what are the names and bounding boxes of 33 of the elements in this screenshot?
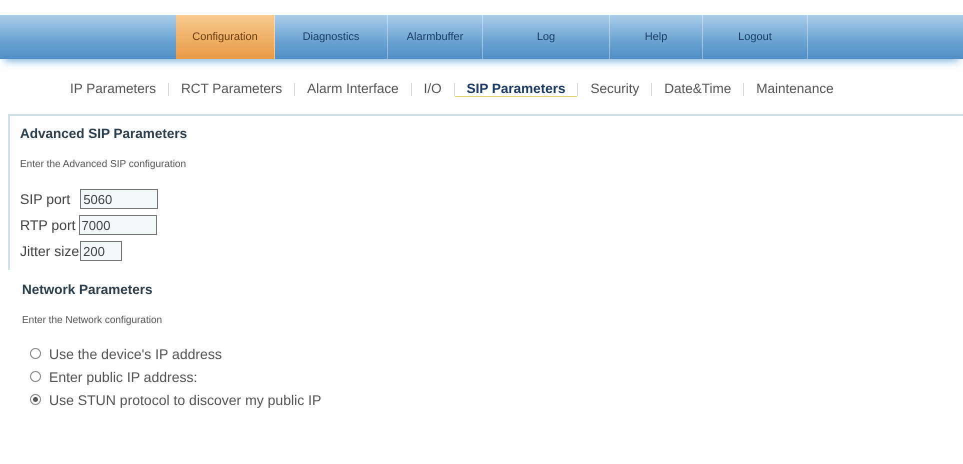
sub-tab[interactable]: IP Parameters: [58, 81, 168, 97]
option-label: Use STUN protocol to discover my public IP: [49, 392, 322, 408]
menu-tab[interactable]: Logout: [703, 15, 808, 59]
sub-tab[interactable]: Date&Time: [652, 81, 744, 97]
section-description: Enter the Network configuration: [22, 315, 164, 326]
radio-icon[interactable]: [30, 371, 41, 382]
menu-tab[interactable]: Diagnostics: [275, 15, 388, 59]
menu-tab[interactable]: Alarmbuffer: [388, 15, 483, 59]
sub-tab[interactable]: SIP Parameters: [454, 81, 578, 97]
field-label: SIP port: [20, 191, 70, 207]
option-label: Use the device's IP address: [49, 346, 222, 362]
menu-tab[interactable]: Log: [483, 15, 610, 59]
radio-icon[interactable]: [30, 394, 41, 405]
input-field[interactable]: 7000: [78, 215, 157, 235]
sub-tab[interactable]: Maintenance: [744, 81, 846, 97]
radio-option[interactable]: Use the device's IP address: [30, 342, 963, 365]
menu-tab[interactable]: Configuration: [176, 15, 275, 59]
sub-tab[interactable]: Alarm Interface: [295, 81, 411, 97]
section-title: Network Parameters: [22, 282, 154, 297]
radio-option[interactable]: Enter public IP address:: [30, 365, 963, 388]
radio-icon[interactable]: [30, 348, 41, 359]
field-label: Jitter size: [20, 243, 80, 259]
input-field[interactable]: 200: [80, 241, 122, 261]
section-title: Advanced SIP Parameters: [20, 126, 188, 141]
input-field[interactable]: 5060: [80, 189, 158, 209]
sub-tab[interactable]: I/O: [412, 81, 454, 97]
radio-option[interactable]: Use STUN protocol to discover my public IP: [30, 388, 963, 411]
sub-tab[interactable]: RCT Parameters: [169, 81, 294, 97]
section-description: Enter the Advanced SIP configuration: [20, 159, 188, 170]
field-label: RTP port: [20, 217, 76, 233]
option-label: Enter public IP address:: [49, 368, 198, 384]
menu-tab[interactable]: Help: [610, 15, 703, 59]
sub-tab[interactable]: Security: [578, 81, 652, 97]
